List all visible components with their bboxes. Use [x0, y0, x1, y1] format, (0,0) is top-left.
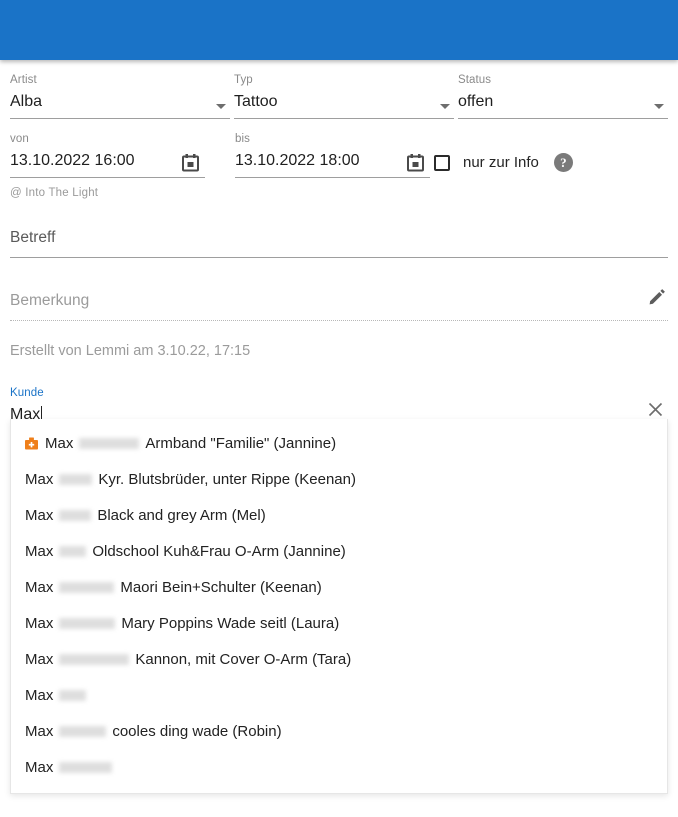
suggestion-surname-redacted: [59, 509, 92, 521]
status-value: offen: [457, 93, 494, 110]
artist-value: Alba: [10, 93, 43, 110]
suggestion-item[interactable]: Max Black and grey Arm (Mel): [11, 497, 667, 533]
suggestion-firstname: Max: [25, 758, 54, 776]
kunde-autocomplete-dropdown[interactable]: Max Armband "Familie" (Jannine) Max Kyr. Bl…: [10, 419, 668, 794]
suggestion-surname-redacted: [59, 653, 130, 665]
suggestion-surname-redacted: [59, 545, 87, 557]
chevron-down-icon[interactable]: [439, 104, 450, 109]
form-row-primary: Artist Alba Typ Tattoo Status offen: [10, 60, 668, 119]
typ-label: Typ: [233, 74, 253, 86]
suggestion-description: Maori Bein+Schulter (Keenan): [120, 578, 322, 596]
calendar-icon[interactable]: [407, 154, 424, 172]
suggestion-surname-redacted: [59, 761, 113, 773]
suggestion-surname-redacted: [59, 473, 93, 485]
suggestion-firstname: Max: [25, 578, 54, 596]
suggestion-item[interactable]: Max: [11, 677, 667, 713]
pencil-edit-icon[interactable]: [648, 288, 666, 306]
suggestion-item[interactable]: Max Maori Bein+Schulter (Keenan): [11, 569, 667, 605]
suggestion-description: Armband "Familie" (Jannine): [145, 434, 337, 452]
created-info-text: Erstellt von Lemmi am 3.10.22, 17:15: [10, 343, 251, 359]
suggestion-firstname: Max: [45, 434, 74, 452]
medical-kit-icon: [25, 437, 38, 449]
suggestion-surname-redacted: [59, 689, 87, 701]
suggestion-item[interactable]: Max: [11, 749, 667, 785]
suggestion-description: Kyr. Blutsbrüder, unter Rippe (Keenan): [98, 470, 356, 488]
suggestion-description: Mary Poppins Wade seitl (Laura): [121, 614, 340, 632]
suggestion-item[interactable]: Max Kannon, mit Cover O-Arm (Tara): [11, 641, 667, 677]
bemerkung-placeholder: Bemerkung: [10, 292, 90, 309]
nur-zur-info-checkbox[interactable]: [434, 154, 450, 171]
suggestion-description: Oldschool Kuh&Frau O-Arm (Jannine): [92, 542, 346, 560]
bis-label: bis: [235, 133, 251, 145]
von-datetime-field[interactable]: von 13.10.2022 16:00: [10, 119, 205, 178]
location-text: @ Into The Light: [10, 187, 99, 199]
nur-zur-info-label: nur zur Info: [463, 154, 539, 171]
suggestion-firstname: Max: [25, 614, 54, 632]
clear-icon[interactable]: [647, 401, 664, 418]
von-value: 13.10.2022 16:00: [10, 152, 135, 169]
status-label: Status: [457, 74, 492, 86]
help-icon[interactable]: ?: [553, 153, 573, 172]
suggestion-surname-redacted: [59, 725, 107, 737]
artist-select[interactable]: Artist Alba: [10, 60, 230, 119]
appointment-form: Artist Alba Typ Tattoo Status offen von …: [0, 60, 678, 433]
betreff-underline: [10, 257, 668, 258]
status-select[interactable]: Status offen: [457, 60, 668, 119]
app-bar: [0, 0, 678, 60]
suggestion-firstname: Max: [25, 542, 54, 560]
suggestion-description: cooles ding wade (Robin): [112, 722, 282, 740]
suggestion-firstname: Max: [25, 650, 54, 668]
betreff-field[interactable]: Betreff: [10, 227, 668, 258]
calendar-icon[interactable]: [182, 154, 199, 172]
chevron-down-icon[interactable]: [215, 104, 226, 109]
suggestion-item[interactable]: Max Armband "Familie" (Jannine): [11, 425, 667, 461]
typ-value: Tattoo: [233, 93, 278, 110]
status-underline: [457, 118, 668, 119]
von-label: von: [10, 133, 29, 145]
info-only-row: nur zur Info ?: [434, 119, 573, 178]
suggestion-firstname: Max: [25, 722, 54, 740]
suggestion-item[interactable]: Max Kyr. Blutsbrüder, unter Rippe (Keenan…: [11, 461, 667, 497]
suggestion-description: Black and grey Arm (Mel): [97, 506, 266, 524]
kunde-label: Kunde: [10, 387, 44, 399]
von-underline: [10, 177, 205, 178]
suggestion-surname-redacted: [79, 437, 140, 449]
suggestion-description: Kannon, mit Cover O-Arm (Tara): [135, 650, 352, 668]
suggestion-firstname: Max: [25, 470, 54, 488]
suggestion-firstname: Max: [25, 506, 54, 524]
artist-label: Artist: [10, 74, 37, 86]
chevron-down-icon[interactable]: [654, 104, 664, 109]
suggestion-item[interactable]: Max Oldschool Kuh&Frau O-Arm (Jannine): [11, 533, 667, 569]
bis-underline: [235, 177, 430, 178]
suggestion-firstname: Max: [25, 686, 54, 704]
suggestion-surname-redacted: [59, 581, 115, 593]
bemerkung-underline: [10, 320, 668, 321]
bis-value: 13.10.2022 18:00: [235, 152, 360, 169]
suggestion-item[interactable]: Max cooles ding wade (Robin): [11, 713, 667, 749]
betreff-placeholder: Betreff: [10, 229, 56, 246]
bemerkung-field[interactable]: Bemerkung: [10, 288, 668, 321]
suggestion-surname-redacted: [59, 617, 116, 629]
suggestion-item[interactable]: Max Mary Poppins Wade seitl (Laura): [11, 605, 667, 641]
bis-datetime-field[interactable]: bis 13.10.2022 18:00: [235, 119, 430, 178]
form-row-dates: von 13.10.2022 16:00 bis 13.10.2022 18:0…: [10, 119, 668, 178]
typ-select[interactable]: Typ Tattoo: [233, 60, 454, 119]
